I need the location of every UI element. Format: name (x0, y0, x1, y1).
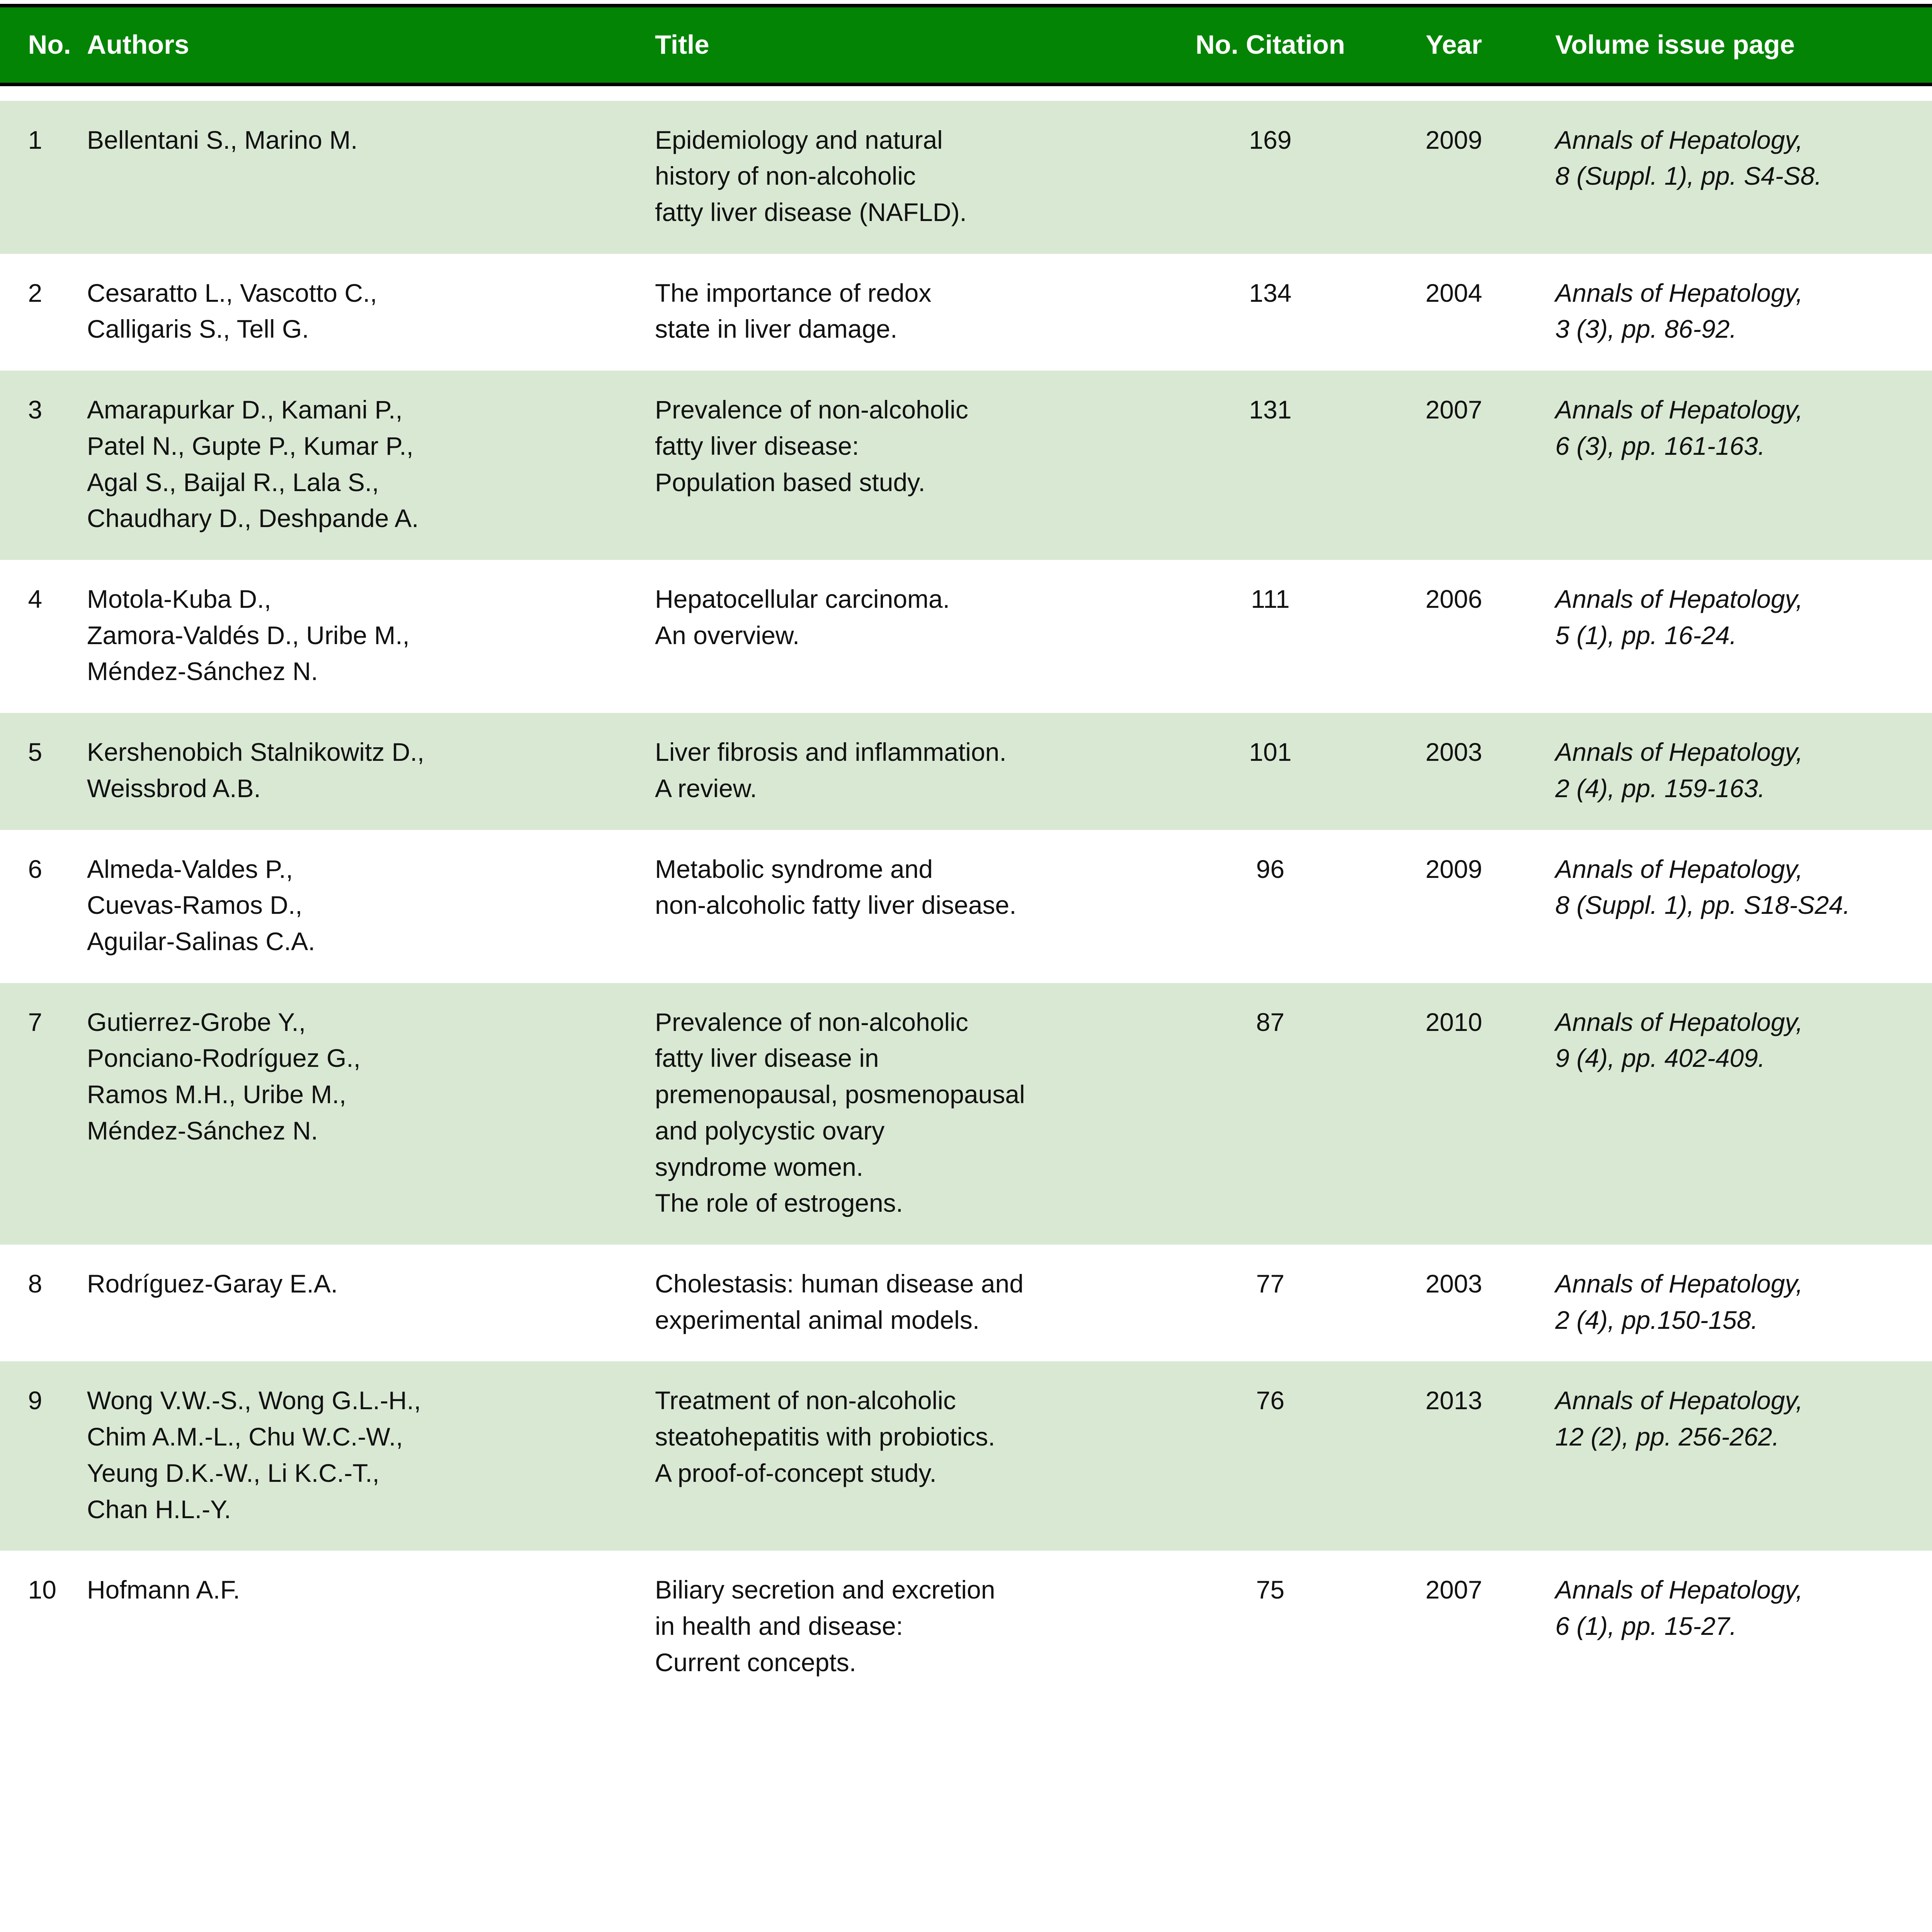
table-body: 1 Bellentani S., Marino M. Epidemiology … (0, 86, 1932, 1704)
year-cell: 2007 (1372, 1572, 1536, 1608)
volume-cell: Annals of Hepatology, 6 (1), pp. 15-27. (1536, 1572, 1932, 1644)
title-cell: Treatment of non-alcoholic steatohepatit… (655, 1383, 1169, 1491)
citations-cell: 131 (1169, 392, 1372, 428)
table-row: 6 Almeda-Valdes P., Cuevas-Ramos D., Agu… (0, 830, 1932, 983)
year-cell: 2009 (1372, 851, 1536, 888)
authors-cell: Hofmann A.F. (87, 1572, 655, 1608)
year-cell: 2013 (1372, 1383, 1536, 1419)
row-number-cell: 7 (0, 1004, 87, 1041)
year-cell: 2003 (1372, 1266, 1536, 1302)
table-header: No. Authors Title No. Citation Year Volu… (0, 7, 1932, 83)
row-number-cell: 4 (0, 581, 87, 617)
title-cell: The importance of redox state in liver d… (655, 275, 1169, 347)
authors-cell: Motola-Kuba D., Zamora-Valdés D., Uribe … (87, 581, 655, 690)
header-underline (0, 83, 1932, 86)
table-row: 8 Rodríguez-Garay E.A. Cholestasis: huma… (0, 1245, 1932, 1361)
column-header-authors: Authors (87, 29, 655, 61)
column-header-volume: Volume issue page (1536, 29, 1932, 61)
row-number-cell: 3 (0, 392, 87, 428)
column-header-no: No. (0, 29, 87, 61)
volume-cell: Annals of Hepatology, 8 (Suppl. 1), pp. … (1536, 851, 1932, 923)
table-row: 5 Kershenobich Stalnikowitz D., Weissbro… (0, 713, 1932, 830)
citations-cell: 77 (1169, 1266, 1372, 1302)
top-divider-line (0, 4, 1932, 7)
row-number-cell: 2 (0, 275, 87, 311)
citations-cell: 75 (1169, 1572, 1372, 1608)
row-number-cell: 9 (0, 1383, 87, 1419)
table-row: 10 Hofmann A.F. Biliary secretion and ex… (0, 1551, 1932, 1704)
table-row: 4 Motola-Kuba D., Zamora-Valdés D., Urib… (0, 560, 1932, 713)
citations-cell: 101 (1169, 734, 1372, 770)
volume-cell: Annals of Hepatology, 2 (4), pp. 159-163… (1536, 734, 1932, 806)
table-row: 3 Amarapurkar D., Kamani P., Patel N., G… (0, 371, 1932, 560)
most-cited-articles-table: No. Authors Title No. Citation Year Volu… (0, 0, 1932, 1704)
title-cell: Biliary secretion and excretion in healt… (655, 1572, 1169, 1680)
year-cell: 2007 (1372, 392, 1536, 428)
year-cell: 2009 (1372, 122, 1536, 158)
title-cell: Liver fibrosis and inflammation. A revie… (655, 734, 1169, 806)
year-cell: 2004 (1372, 275, 1536, 311)
year-cell: 2003 (1372, 734, 1536, 770)
authors-cell: Amarapurkar D., Kamani P., Patel N., Gup… (87, 392, 655, 537)
row-number-cell: 6 (0, 851, 87, 888)
title-cell: Metabolic syndrome and non-alcoholic fat… (655, 851, 1169, 923)
table-row: 1 Bellentani S., Marino M. Epidemiology … (0, 101, 1932, 254)
volume-cell: Annals of Hepatology, 3 (3), pp. 86-92. (1536, 275, 1932, 347)
authors-cell: Bellentani S., Marino M. (87, 122, 655, 158)
title-cell: Prevalence of non-alcoholic fatty liver … (655, 1004, 1169, 1221)
column-header-citations: No. Citation (1169, 29, 1372, 61)
volume-cell: Annals of Hepatology, 2 (4), pp.150-158. (1536, 1266, 1932, 1338)
title-cell: Hepatocellular carcinoma. An overview. (655, 581, 1169, 653)
table-row: 9 Wong V.W.-S., Wong G.L.-H., Chim A.M.-… (0, 1361, 1932, 1551)
table-row: 2 Cesaratto L., Vascotto C., Calligaris … (0, 254, 1932, 371)
citations-cell: 76 (1169, 1383, 1372, 1419)
citations-cell: 169 (1169, 122, 1372, 158)
authors-cell: Almeda-Valdes P., Cuevas-Ramos D., Aguil… (87, 851, 655, 960)
title-cell: Epidemiology and natural history of non-… (655, 122, 1169, 231)
citations-cell: 87 (1169, 1004, 1372, 1041)
authors-cell: Rodríguez-Garay E.A. (87, 1266, 655, 1302)
title-cell: Cholestasis: human disease and experimen… (655, 1266, 1169, 1338)
volume-cell: Annals of Hepatology, 9 (4), pp. 402-409… (1536, 1004, 1932, 1077)
year-cell: 2010 (1372, 1004, 1536, 1041)
title-cell: Prevalence of non-alcoholic fatty liver … (655, 392, 1169, 500)
volume-cell: Annals of Hepatology, 12 (2), pp. 256-26… (1536, 1383, 1932, 1455)
top-margin (0, 0, 1932, 4)
row-number-cell: 5 (0, 734, 87, 770)
volume-cell: Annals of Hepatology, 5 (1), pp. 16-24. (1536, 581, 1932, 653)
column-header-year: Year (1372, 29, 1536, 61)
citations-cell: 111 (1169, 581, 1372, 617)
table-row: 7 Gutierrez-Grobe Y., Ponciano-Rodríguez… (0, 983, 1932, 1245)
citations-cell: 134 (1169, 275, 1372, 311)
column-header-title: Title (655, 29, 1169, 61)
volume-cell: Annals of Hepatology, 6 (3), pp. 161-163… (1536, 392, 1932, 464)
year-cell: 2006 (1372, 581, 1536, 617)
row-number-cell: 1 (0, 122, 87, 158)
authors-cell: Gutierrez-Grobe Y., Ponciano-Rodríguez G… (87, 1004, 655, 1149)
citations-cell: 96 (1169, 851, 1372, 888)
row-number-cell: 10 (0, 1572, 87, 1608)
row-number-cell: 8 (0, 1266, 87, 1302)
volume-cell: Annals of Hepatology, 8 (Suppl. 1), pp. … (1536, 122, 1932, 194)
authors-cell: Cesaratto L., Vascotto C., Calligaris S.… (87, 275, 655, 347)
authors-cell: Wong V.W.-S., Wong G.L.-H., Chim A.M.-L.… (87, 1383, 655, 1527)
authors-cell: Kershenobich Stalnikowitz D., Weissbrod … (87, 734, 655, 806)
